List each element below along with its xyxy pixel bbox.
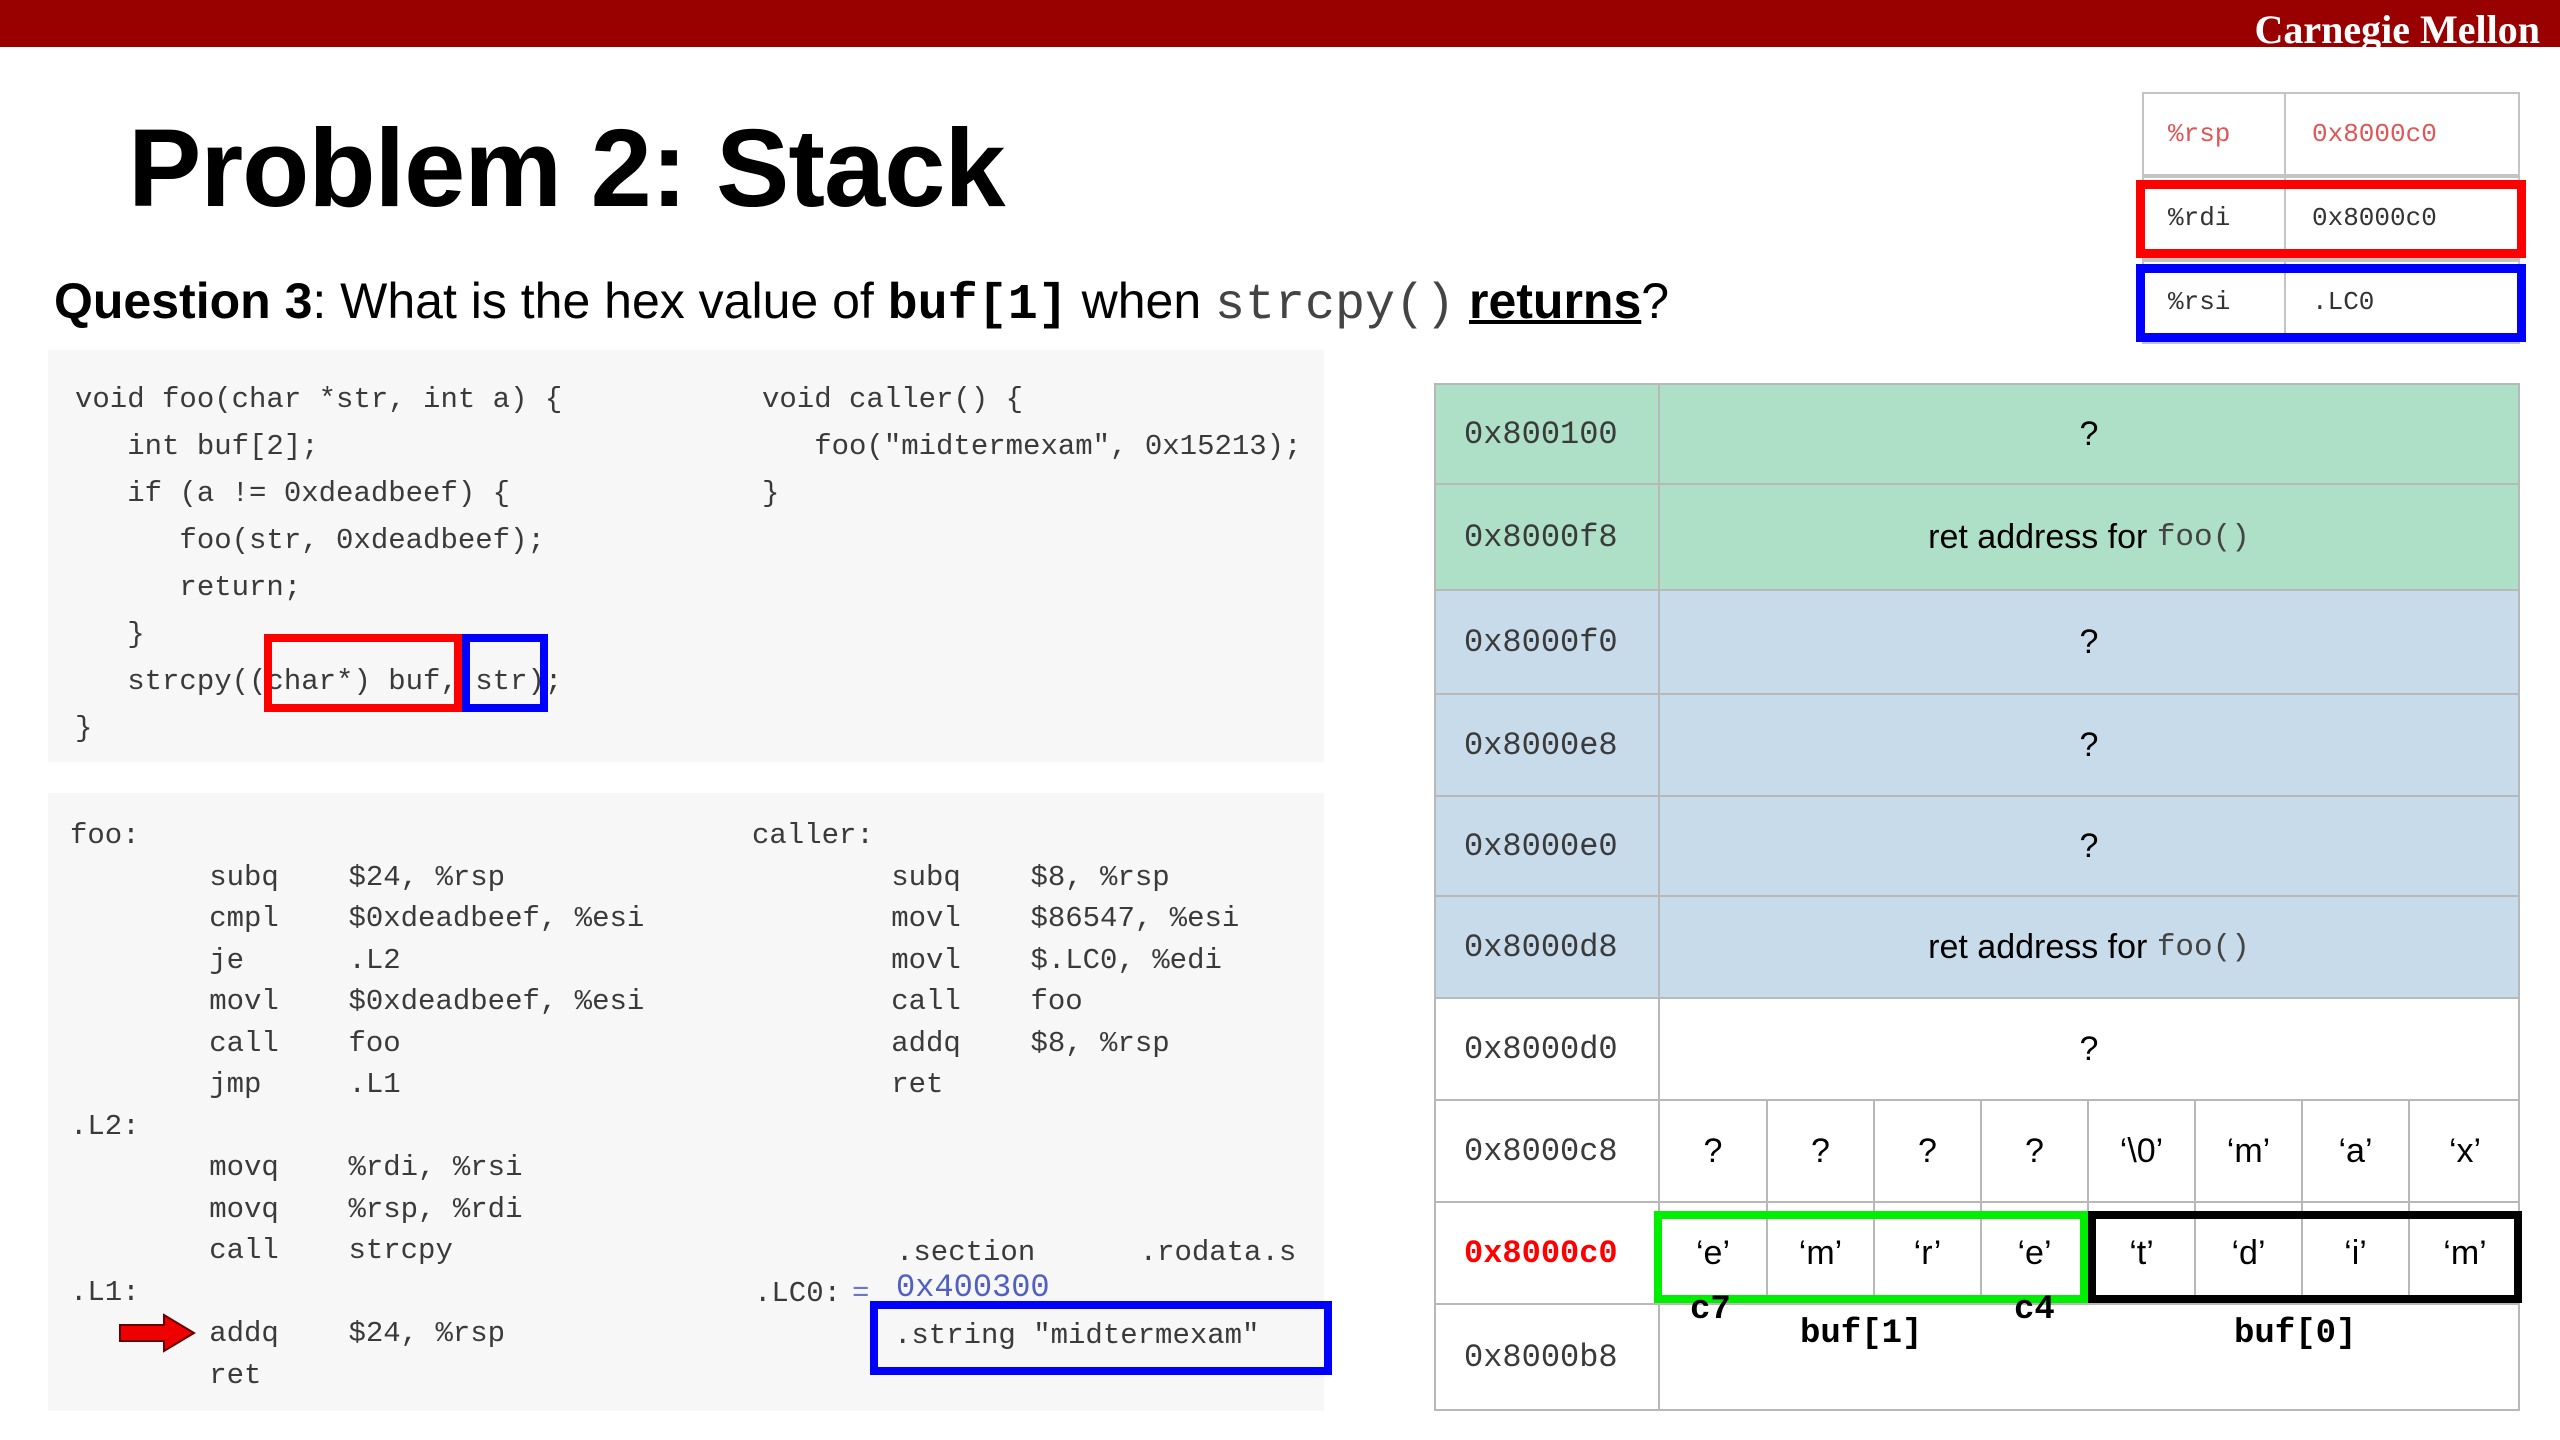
question-returns: returns xyxy=(1468,273,1642,329)
stack-address: 0x8000f0 xyxy=(1436,591,1660,693)
stack-content: ? xyxy=(2079,725,2099,764)
ret-address-text: ret address for xyxy=(1928,927,2148,966)
question-end: ? xyxy=(1641,273,1670,329)
stack-address: 0x8000e0 xyxy=(1436,797,1660,895)
question-label: Question 3 xyxy=(54,273,313,329)
buf1-label: buf[1] xyxy=(1800,1315,1923,1353)
stack-content: ? xyxy=(2079,414,2099,453)
stack-row: 0x8000e0 ? xyxy=(1434,795,2520,897)
stack-row: 0x8000f8 ret address for foo() xyxy=(1434,483,2520,591)
asm-foo: foo: subq $24, %rsp cmpl $0xdeadbeef, %e… xyxy=(70,819,645,1392)
stack-row: 0x8000e8 ? xyxy=(1434,693,2520,797)
byte-label-c7: c7 xyxy=(1690,1291,1731,1329)
asm-lc0-eq: = xyxy=(852,1277,870,1310)
stack-address: 0x800100 xyxy=(1436,385,1660,483)
asm-code-panel: foo: subq $24, %rsp cmpl $0xdeadbeef, %e… xyxy=(48,793,1332,1411)
byte-cell: ? xyxy=(1875,1101,1982,1201)
str-arg-highlight xyxy=(462,634,548,712)
question-buf: buf[1] xyxy=(887,277,1068,334)
stack-address-rsp: 0x8000c0 xyxy=(1436,1203,1660,1303)
question-text: Question 3: What is the hex value of buf… xyxy=(54,272,1669,334)
stack-content: ret address for foo() xyxy=(1660,485,2518,589)
stack-address: 0x8000f8 xyxy=(1436,485,1660,589)
question-text-mid: when xyxy=(1067,273,1216,329)
stack-content: ? xyxy=(2079,826,2099,865)
register-row-rsp: %rsp 0x8000c0 xyxy=(2142,92,2520,176)
buf-arg-highlight xyxy=(264,634,462,712)
stack-diagram: 0x800100 ? 0x8000f8 ret address for foo(… xyxy=(1434,383,2522,1411)
ret-address-func: foo() xyxy=(2156,519,2250,555)
register-name: %rsp xyxy=(2144,94,2286,174)
byte-cell: ? xyxy=(1660,1101,1768,1201)
buf1-highlight-box xyxy=(1654,1211,2088,1303)
byte-cell: ‘a’ xyxy=(2303,1101,2410,1201)
byte-cell: ? xyxy=(1982,1101,2089,1201)
c-code-panel: void foo(char *str, int a) { int buf[2];… xyxy=(48,350,1324,762)
asm-caller: caller: subq $8, %rsp movl $86547, %esi … xyxy=(752,819,1240,1101)
stack-address: 0x8000c8 xyxy=(1436,1101,1660,1201)
stack-row: 0x8000b8 xyxy=(1434,1303,2520,1411)
byte-cell: ? xyxy=(1768,1101,1875,1201)
brand-logo: Carnegie Mellon xyxy=(2254,7,2541,52)
byte-cell: ‘\0’ xyxy=(2089,1101,2196,1201)
top-banner: Carnegie Mellon xyxy=(0,0,2560,52)
byte-cell: ‘x’ xyxy=(2448,1131,2482,1170)
stack-content: ? xyxy=(2079,622,2099,661)
question-space xyxy=(1455,273,1469,329)
stack-row: 0x8000f0 ? xyxy=(1434,589,2520,695)
ret-address-text: ret address for xyxy=(1928,517,2148,556)
asm-lc0-label: .LC0: xyxy=(754,1277,842,1310)
stack-address: 0x8000e8 xyxy=(1436,695,1660,795)
buf0-highlight-box xyxy=(2088,1211,2522,1303)
stack-row: 0x800100 ? xyxy=(1434,383,2520,485)
question-text-before: : What is the hex value of xyxy=(312,273,888,329)
stack-address: 0x8000b8 xyxy=(1436,1305,1660,1409)
buf0-label: buf[0] xyxy=(2234,1315,2357,1353)
stack-row: 0x8000d0 ? xyxy=(1434,997,2520,1101)
question-func: strcpy() xyxy=(1215,277,1456,334)
page-title: Problem 2: Stack xyxy=(128,107,1006,230)
rsi-highlight-box xyxy=(2136,264,2526,342)
current-instruction-arrow-icon xyxy=(119,1313,196,1353)
stack-address: 0x8000d8 xyxy=(1436,897,1660,997)
byte-label-c4: c4 xyxy=(2014,1291,2055,1329)
ret-address-func: foo() xyxy=(2156,929,2250,965)
byte-cell: ‘m’ xyxy=(2196,1101,2303,1201)
string-highlight-box xyxy=(870,1301,1332,1375)
stack-address: 0x8000d0 xyxy=(1436,999,1660,1099)
stack-content: ? xyxy=(2079,1029,2099,1068)
stack-row: 0x8000d8 ret address for foo() xyxy=(1434,895,2520,999)
rdi-highlight-box xyxy=(2136,180,2526,258)
stack-content: ret address for foo() xyxy=(1660,897,2518,997)
stack-row-bytes: 0x8000c8 ? ? ? ? ‘\0’ ‘m’ ‘a’ ‘x’ xyxy=(1434,1099,2520,1203)
register-value: 0x8000c0 xyxy=(2312,119,2437,149)
c-code-caller: void caller() { foo("midtermexam", 0x152… xyxy=(762,383,1302,510)
